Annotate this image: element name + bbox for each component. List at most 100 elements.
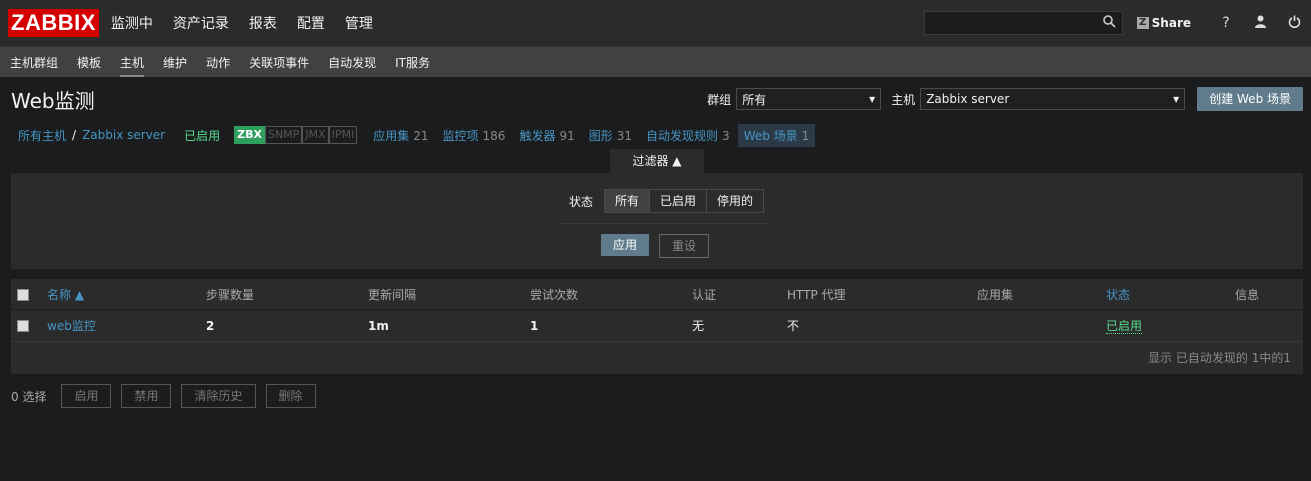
host-label: 主机 (891, 92, 916, 107)
col-name[interactable]: 名称 ▲ (46, 279, 205, 310)
row-interval: 1m (367, 309, 529, 342)
zabbix-share-icon: Z (1136, 17, 1149, 29)
status-filter-row: 状态 所有 已启用 停用的 (569, 189, 765, 213)
status-option-disabled[interactable]: 停用的 (707, 190, 763, 212)
search-input[interactable] (924, 12, 1099, 34)
col-http-proxy: HTTP 代理 (786, 279, 976, 310)
submenu-it-services[interactable]: IT服务 (395, 48, 430, 77)
nav-items[interactable]: 监控项 186 (443, 127, 506, 144)
row-applications (976, 309, 1105, 342)
select-all-checkbox[interactable] (17, 288, 29, 301)
col-attempts: 尝试次数 (529, 279, 691, 310)
search-icon[interactable] (1102, 15, 1116, 31)
submenu-discovery[interactable]: 自动发现 (328, 48, 376, 77)
group-label: 群组 (707, 92, 732, 107)
page-header: Web监测 群组 所有 ▾ 主机 Zabbix server ▾ 创建 Web … (0, 77, 1311, 121)
nav-triggers[interactable]: 触发器 91 (519, 127, 574, 144)
status-option-all[interactable]: 所有 (605, 190, 651, 212)
filter-tab-row: 过滤器 ▲ (0, 149, 1311, 173)
table-header-row: 名称 ▲ 步骤数量 更新间隔 尝试次数 认证 HTTP 代理 应用集 状态 信息 (11, 279, 1303, 310)
breadcrumb-separator: / (72, 128, 77, 142)
clear-history-button[interactable]: 清除历史 (181, 384, 256, 408)
row-select-cell (11, 309, 46, 342)
menu-inventory[interactable]: 资产记录 (173, 13, 229, 33)
filter-divider (559, 223, 768, 224)
host-select-value: Zabbix server (926, 92, 1010, 106)
submenu-maintenance[interactable]: 维护 (163, 48, 187, 77)
menu-administration[interactable]: 管理 (345, 13, 373, 33)
host-select[interactable]: Zabbix server ▾ (920, 88, 1186, 110)
filter-tab[interactable]: 过滤器 ▲ (610, 149, 704, 173)
search-box (923, 11, 1123, 35)
host-navigation: 所有主机 / Zabbix server 已启用 ZBX SNMP JMX IP… (0, 121, 1311, 149)
host-link[interactable]: Zabbix server (82, 128, 165, 142)
menu-monitoring[interactable]: 监测中 (111, 13, 153, 33)
chevron-down-icon: ▾ (1173, 92, 1180, 106)
col-status[interactable]: 状态 (1105, 279, 1234, 310)
delete-button[interactable]: 删除 (265, 384, 316, 408)
status-radio-group: 所有 已启用 停用的 (604, 189, 765, 213)
row-checkbox[interactable] (17, 320, 29, 332)
col-steps: 步骤数量 (205, 279, 367, 310)
enable-button[interactable]: 启用 (61, 384, 112, 408)
ipmi-tag: IPMI (328, 126, 358, 144)
chevron-down-icon: ▾ (869, 92, 876, 106)
submenu-actions[interactable]: 动作 (206, 48, 230, 77)
selected-count: 0 选择 (11, 389, 47, 404)
menu-configuration[interactable]: 配置 (297, 13, 325, 33)
table-row: web监控 2 1m 1 无 不 已启用 (11, 309, 1303, 342)
table-footer-summary: 显示 已自动发现的 1中的1 (11, 342, 1303, 374)
scenario-name-link[interactable]: web监控 (47, 319, 96, 333)
col-info: 信息 (1234, 279, 1303, 310)
header-controls: 群组 所有 ▾ 主机 Zabbix server ▾ 创建 Web 场景 (707, 87, 1303, 111)
zabbix-logo[interactable]: ZABBIX (8, 9, 99, 37)
row-attempts: 1 (529, 309, 691, 342)
main-menu: 监测中 资产记录 报表 配置 管理 (111, 13, 393, 33)
col-auth: 认证 (691, 279, 786, 310)
create-web-scenario-button[interactable]: 创建 Web 场景 (1197, 87, 1303, 111)
status-filter-label: 状态 (569, 194, 594, 209)
nav-web-scenarios[interactable]: Web 场景 1 (737, 123, 816, 147)
zbx-tag: ZBX (234, 126, 265, 144)
row-proxy: 不 (786, 309, 976, 342)
row-info (1234, 309, 1303, 342)
col-applications: 应用集 (976, 279, 1105, 310)
jmx-tag: JMX (302, 126, 329, 144)
group-select[interactable]: 所有 ▾ (736, 88, 882, 110)
status-option-enabled[interactable]: 已启用 (650, 190, 708, 212)
power-sign-out-icon[interactable] (1277, 15, 1311, 32)
menu-reports[interactable]: 报表 (249, 13, 277, 33)
row-steps: 2 (205, 309, 367, 342)
snmp-tag: SNMP (264, 126, 303, 144)
share-link[interactable]: Z Share (1136, 16, 1191, 30)
filter-panel: 状态 所有 已启用 停用的 应用 重设 (11, 173, 1303, 269)
top-navbar: ZABBIX 监测中 资产记录 报表 配置 管理 Z Share ? (0, 0, 1311, 47)
mass-actions: 0 选择 启用 禁用 清除历史 删除 (11, 384, 1311, 408)
share-label: Share (1151, 16, 1191, 30)
row-name-cell: web监控 (46, 309, 205, 342)
row-status-cell: 已启用 (1105, 309, 1234, 342)
all-hosts-link[interactable]: 所有主机 (18, 127, 66, 144)
availability-tags: ZBX SNMP JMX IPMI (234, 126, 358, 144)
help-icon[interactable]: ? (1209, 15, 1243, 31)
nav-discovery-rules[interactable]: 自动发现规则 3 (646, 127, 730, 144)
sub-menu: 主机群组 模板 主机 维护 动作 关联项事件 自动发现 IT服务 (0, 47, 1311, 77)
nav-graphs[interactable]: 图形 31 (589, 127, 632, 144)
submenu-templates[interactable]: 模板 (77, 48, 101, 77)
filter-buttons: 应用 重设 (601, 234, 719, 258)
group-select-value: 所有 (742, 92, 767, 107)
row-status-link[interactable]: 已启用 (1106, 319, 1143, 334)
disable-button[interactable]: 禁用 (121, 384, 172, 408)
top-right-tools: Z Share ? (923, 0, 1311, 46)
user-profile-icon[interactable] (1243, 15, 1277, 32)
apply-button[interactable]: 应用 (601, 234, 650, 256)
select-all-cell (11, 279, 46, 310)
nav-applications[interactable]: 应用集 21 (373, 127, 428, 144)
reset-button[interactable]: 重设 (659, 234, 710, 258)
submenu-hosts[interactable]: 主机 (120, 48, 145, 77)
submenu-correlation[interactable]: 关联项事件 (249, 48, 309, 77)
host-status[interactable]: 已启用 (184, 127, 220, 144)
row-auth: 无 (691, 309, 786, 342)
web-scenario-table: 名称 ▲ 步骤数量 更新间隔 尝试次数 认证 HTTP 代理 应用集 状态 信息… (11, 279, 1303, 374)
submenu-host-groups[interactable]: 主机群组 (10, 48, 58, 77)
